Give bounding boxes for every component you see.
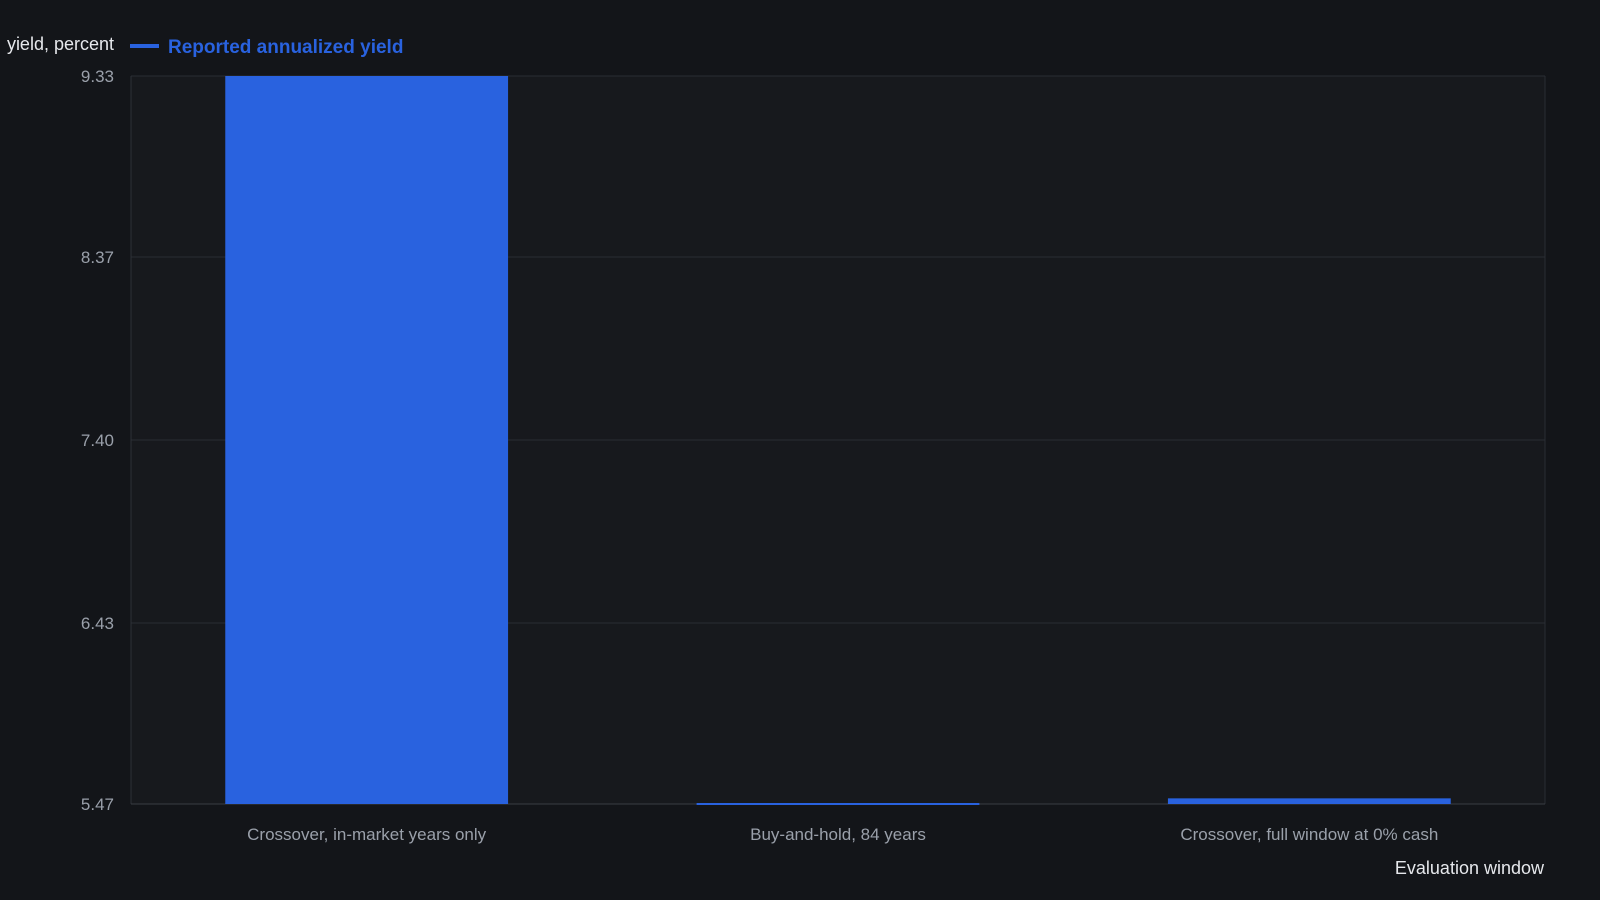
bar (225, 76, 509, 804)
bar (696, 803, 980, 805)
y-axis-title: yield, percent (7, 34, 114, 54)
legend: Reported annualized yield (130, 37, 403, 58)
y-tick-label: 6.43 (81, 614, 114, 633)
x-axis-title: Evaluation window (1395, 858, 1545, 878)
y-tick-label: 5.47 (81, 795, 114, 814)
x-category-label: Buy-and-hold, 84 years (750, 825, 926, 844)
y-tick-labels: 9.33 8.37 7.40 6.43 5.47 (81, 67, 114, 814)
y-tick-label: 9.33 (81, 67, 114, 86)
x-category-label: Crossover, in-market years only (247, 825, 487, 844)
chart: 9.33 8.37 7.40 6.43 5.47 Crossover, in-marke… (7, 34, 1546, 878)
legend-label: Reported annualized yield (168, 37, 403, 58)
x-category-label: Crossover, full window at 0% cash (1180, 825, 1438, 844)
bar (1167, 798, 1451, 804)
y-tick-label: 8.37 (81, 248, 114, 267)
x-category-labels: Crossover, in-market years only Buy-and-h… (247, 825, 1438, 844)
y-tick-label: 7.40 (81, 431, 114, 450)
